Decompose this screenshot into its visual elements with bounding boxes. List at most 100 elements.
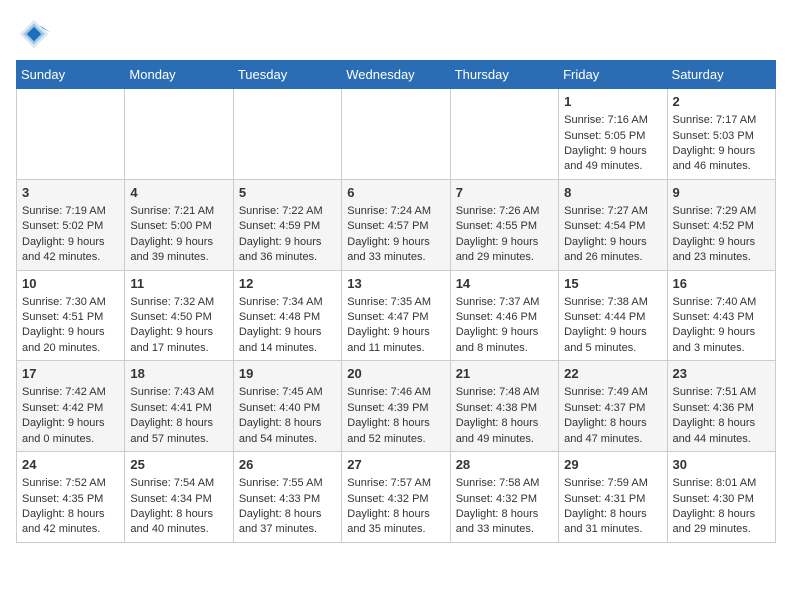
day-number: 28 bbox=[456, 456, 553, 474]
day-info: Sunrise: 7:43 AM Sunset: 4:41 PM Dayligh… bbox=[130, 385, 227, 447]
day-info: Sunrise: 7:16 AM Sunset: 5:05 PM Dayligh… bbox=[564, 113, 661, 175]
logo-icon bbox=[16, 16, 52, 52]
calendar-cell: 16 Sunrise: 7:40 AM Sunset: 4:43 PM Dayli… bbox=[667, 270, 775, 361]
day-of-week-header: Monday bbox=[125, 61, 233, 89]
day-number: 25 bbox=[130, 456, 227, 474]
calendar-cell: 14 Sunrise: 7:37 AM Sunset: 4:46 PM Dayli… bbox=[450, 270, 558, 361]
calendar-cell: 29 Sunrise: 7:59 AM Sunset: 4:31 PM Dayli… bbox=[559, 452, 667, 543]
calendar-cell: 4 Sunrise: 7:21 AM Sunset: 5:00 PM Daylig… bbox=[125, 179, 233, 270]
day-number: 26 bbox=[239, 456, 336, 474]
calendar-cell bbox=[450, 89, 558, 180]
day-number: 16 bbox=[673, 275, 770, 293]
day-info: Sunrise: 7:24 AM Sunset: 4:57 PM Dayligh… bbox=[347, 204, 444, 266]
calendar-cell bbox=[125, 89, 233, 180]
day-info: Sunrise: 7:40 AM Sunset: 4:43 PM Dayligh… bbox=[673, 295, 770, 357]
day-of-week-header: Sunday bbox=[17, 61, 125, 89]
calendar-cell: 24 Sunrise: 7:52 AM Sunset: 4:35 PM Dayli… bbox=[17, 452, 125, 543]
day-info: Sunrise: 7:46 AM Sunset: 4:39 PM Dayligh… bbox=[347, 385, 444, 447]
calendar-cell: 10 Sunrise: 7:30 AM Sunset: 4:51 PM Dayli… bbox=[17, 270, 125, 361]
calendar-cell: 26 Sunrise: 7:55 AM Sunset: 4:33 PM Dayli… bbox=[233, 452, 341, 543]
calendar-cell: 20 Sunrise: 7:46 AM Sunset: 4:39 PM Dayli… bbox=[342, 361, 450, 452]
calendar-cell: 28 Sunrise: 7:58 AM Sunset: 4:32 PM Dayli… bbox=[450, 452, 558, 543]
day-number: 10 bbox=[22, 275, 119, 293]
calendar-cell: 25 Sunrise: 7:54 AM Sunset: 4:34 PM Dayli… bbox=[125, 452, 233, 543]
calendar-cell: 5Sunrise: 7:22 AM Sunset: 4:59 PM Daylig… bbox=[233, 179, 341, 270]
calendar-week-row: 24 Sunrise: 7:52 AM Sunset: 4:35 PM Dayli… bbox=[17, 452, 776, 543]
calendar-cell bbox=[342, 89, 450, 180]
day-number: 6 bbox=[347, 184, 444, 202]
day-number: 9 bbox=[673, 184, 770, 202]
day-info: Sunrise: 7:45 AM Sunset: 4:40 PM Dayligh… bbox=[239, 385, 336, 447]
day-number: 30 bbox=[673, 456, 770, 474]
calendar-cell: 18 Sunrise: 7:43 AM Sunset: 4:41 PM Dayli… bbox=[125, 361, 233, 452]
calendar-cell bbox=[17, 89, 125, 180]
day-number: 23 bbox=[673, 365, 770, 383]
calendar-week-row: 1 Sunrise: 7:16 AM Sunset: 5:05 PM Daylig… bbox=[17, 89, 776, 180]
day-info: Sunrise: 7:37 AM Sunset: 4:46 PM Dayligh… bbox=[456, 295, 553, 357]
day-of-week-header: Tuesday bbox=[233, 61, 341, 89]
day-number: 29 bbox=[564, 456, 661, 474]
day-info: Sunrise: 7:42 AM Sunset: 4:42 PM Dayligh… bbox=[22, 385, 119, 447]
day-number: 4 bbox=[130, 184, 227, 202]
calendar-cell: 8Sunrise: 7:27 AM Sunset: 4:54 PM Daylig… bbox=[559, 179, 667, 270]
day-info: Sunrise: 7:35 AM Sunset: 4:47 PM Dayligh… bbox=[347, 295, 444, 357]
day-number: 14 bbox=[456, 275, 553, 293]
day-info: Sunrise: 7:54 AM Sunset: 4:34 PM Dayligh… bbox=[130, 476, 227, 538]
day-number: 12 bbox=[239, 275, 336, 293]
day-number: 27 bbox=[347, 456, 444, 474]
day-info: Sunrise: 8:01 AM Sunset: 4:30 PM Dayligh… bbox=[673, 476, 770, 538]
calendar-cell: 9 Sunrise: 7:29 AM Sunset: 4:52 PM Daylig… bbox=[667, 179, 775, 270]
day-number: 13 bbox=[347, 275, 444, 293]
calendar-cell: 15 Sunrise: 7:38 AM Sunset: 4:44 PM Dayli… bbox=[559, 270, 667, 361]
day-info: Sunrise: 7:21 AM Sunset: 5:00 PM Dayligh… bbox=[130, 204, 227, 266]
day-info: Sunrise: 7:26 AM Sunset: 4:55 PM Dayligh… bbox=[456, 204, 553, 266]
day-info: Sunrise: 7:55 AM Sunset: 4:33 PM Dayligh… bbox=[239, 476, 336, 538]
calendar-cell: 6 Sunrise: 7:24 AM Sunset: 4:57 PM Daylig… bbox=[342, 179, 450, 270]
day-info: Sunrise: 7:29 AM Sunset: 4:52 PM Dayligh… bbox=[673, 204, 770, 266]
calendar-cell: 11 Sunrise: 7:32 AM Sunset: 4:50 PM Dayli… bbox=[125, 270, 233, 361]
calendar-cell: 13 Sunrise: 7:35 AM Sunset: 4:47 PM Dayli… bbox=[342, 270, 450, 361]
day-number: 21 bbox=[456, 365, 553, 383]
calendar-cell: 17Sunrise: 7:42 AM Sunset: 4:42 PM Dayli… bbox=[17, 361, 125, 452]
calendar-cell: 23 Sunrise: 7:51 AM Sunset: 4:36 PM Dayli… bbox=[667, 361, 775, 452]
day-number: 3 bbox=[22, 184, 119, 202]
day-info: Sunrise: 7:49 AM Sunset: 4:37 PM Dayligh… bbox=[564, 385, 661, 447]
logo bbox=[16, 16, 56, 52]
calendar-week-row: 10 Sunrise: 7:30 AM Sunset: 4:51 PM Dayli… bbox=[17, 270, 776, 361]
calendar-cell: 22 Sunrise: 7:49 AM Sunset: 4:37 PM Dayli… bbox=[559, 361, 667, 452]
day-info: Sunrise: 7:58 AM Sunset: 4:32 PM Dayligh… bbox=[456, 476, 553, 538]
day-number: 1 bbox=[564, 93, 661, 111]
day-info: Sunrise: 7:51 AM Sunset: 4:36 PM Dayligh… bbox=[673, 385, 770, 447]
day-info: Sunrise: 7:32 AM Sunset: 4:50 PM Dayligh… bbox=[130, 295, 227, 357]
day-number: 20 bbox=[347, 365, 444, 383]
calendar-cell: 2Sunrise: 7:17 AM Sunset: 5:03 PM Daylig… bbox=[667, 89, 775, 180]
day-of-week-header: Saturday bbox=[667, 61, 775, 89]
day-info: Sunrise: 7:34 AM Sunset: 4:48 PM Dayligh… bbox=[239, 295, 336, 357]
day-info: Sunrise: 7:52 AM Sunset: 4:35 PM Dayligh… bbox=[22, 476, 119, 538]
calendar-table: SundayMondayTuesdayWednesdayThursdayFrid… bbox=[16, 60, 776, 543]
day-info: Sunrise: 7:59 AM Sunset: 4:31 PM Dayligh… bbox=[564, 476, 661, 538]
day-number: 11 bbox=[130, 275, 227, 293]
day-number: 15 bbox=[564, 275, 661, 293]
day-number: 24 bbox=[22, 456, 119, 474]
day-of-week-header: Thursday bbox=[450, 61, 558, 89]
calendar-cell: 30 Sunrise: 8:01 AM Sunset: 4:30 PM Dayli… bbox=[667, 452, 775, 543]
calendar-cell: 19 Sunrise: 7:45 AM Sunset: 4:40 PM Dayli… bbox=[233, 361, 341, 452]
day-number: 22 bbox=[564, 365, 661, 383]
day-of-week-header: Friday bbox=[559, 61, 667, 89]
calendar-cell bbox=[233, 89, 341, 180]
calendar-cell: 1 Sunrise: 7:16 AM Sunset: 5:05 PM Daylig… bbox=[559, 89, 667, 180]
day-info: Sunrise: 7:27 AM Sunset: 4:54 PM Dayligh… bbox=[564, 204, 661, 266]
calendar-cell: 27Sunrise: 7:57 AM Sunset: 4:32 PM Dayli… bbox=[342, 452, 450, 543]
day-info: Sunrise: 7:19 AM Sunset: 5:02 PM Dayligh… bbox=[22, 204, 119, 266]
day-number: 19 bbox=[239, 365, 336, 383]
day-info: Sunrise: 7:17 AM Sunset: 5:03 PM Dayligh… bbox=[673, 113, 770, 175]
calendar-cell: 3 Sunrise: 7:19 AM Sunset: 5:02 PM Daylig… bbox=[17, 179, 125, 270]
calendar-week-row: 3 Sunrise: 7:19 AM Sunset: 5:02 PM Daylig… bbox=[17, 179, 776, 270]
day-number: 7 bbox=[456, 184, 553, 202]
day-number: 18 bbox=[130, 365, 227, 383]
calendar-cell: 21Sunrise: 7:48 AM Sunset: 4:38 PM Dayli… bbox=[450, 361, 558, 452]
day-info: Sunrise: 7:30 AM Sunset: 4:51 PM Dayligh… bbox=[22, 295, 119, 357]
page-header bbox=[16, 16, 776, 52]
day-info: Sunrise: 7:38 AM Sunset: 4:44 PM Dayligh… bbox=[564, 295, 661, 357]
